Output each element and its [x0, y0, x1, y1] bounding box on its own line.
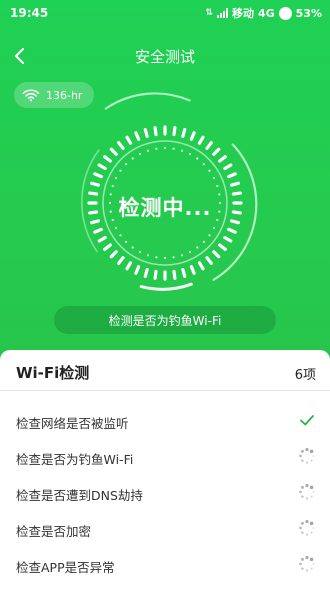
- gauge-tick: [218, 155, 227, 163]
- gauge-tick: [109, 147, 118, 156]
- gauge-dot: [180, 254, 184, 257]
- checkmark-icon: [300, 415, 314, 426]
- current-check-pill: 检测是否为钓鱼Wi-Fi: [54, 306, 276, 334]
- gauge-tick: [205, 141, 213, 150]
- loading-spinner-icon: [299, 555, 315, 572]
- gauge-dot: [163, 256, 167, 260]
- wifi-detection-panel: Wi-Fi检测 6项 检查网络是否被监听 检查是否为钓鱼Wi-Fi 检查是否遭到…: [0, 350, 330, 606]
- gauge-dot: [114, 176, 118, 180]
- gauge-tick: [205, 256, 213, 265]
- gauge-tick: [125, 135, 133, 145]
- gauge-tick: [181, 268, 187, 278]
- gauge-tick: [93, 227, 103, 234]
- check-item-label: 检查网络是否被监听: [16, 416, 129, 431]
- loading-spinner-icon: [299, 483, 315, 500]
- gauge-dot: [125, 240, 128, 243]
- gauge-dot: [216, 184, 219, 188]
- gauge-tick: [143, 128, 149, 138]
- gauge-tick: [227, 172, 237, 179]
- gauge-dot: [155, 256, 158, 259]
- gauge-dot: [202, 240, 205, 243]
- gauge-tick: [117, 256, 125, 265]
- gauge-dot: [208, 169, 211, 172]
- gauge-tick: [143, 268, 149, 278]
- gauge-tick: [89, 181, 101, 187]
- gauge-dot: [146, 149, 150, 152]
- gauge-dot: [196, 157, 199, 160]
- gauge-dot: [202, 163, 205, 166]
- gauge-tick: [153, 126, 158, 137]
- gauge-dot: [131, 157, 134, 160]
- gauge-tick: [93, 172, 103, 179]
- gauge-tick: [212, 147, 221, 156]
- gauge-tick: [103, 243, 112, 251]
- gauge-tick: [153, 269, 158, 280]
- gauge-dot: [196, 246, 199, 249]
- check-item-phishing-wifi: 检查是否为钓鱼Wi-Fi: [0, 439, 330, 475]
- gauge-dot: [180, 149, 184, 152]
- loading-spinner-icon: [299, 447, 315, 464]
- gauge-tick: [189, 131, 196, 141]
- check-item-label: 检查是否遭到DNS劫持: [16, 488, 143, 503]
- gauge-dot: [172, 147, 175, 150]
- gauge-tick: [197, 261, 205, 271]
- check-item-label: 检查是否加密: [16, 524, 92, 539]
- gauge-tick: [97, 235, 107, 243]
- gauge-tick: [212, 250, 221, 259]
- gauge-tick: [223, 163, 233, 171]
- gauge-tick: [134, 131, 141, 141]
- panel-count: 6项: [294, 368, 316, 383]
- gauge-tick: [189, 265, 196, 275]
- gauge-dot: [111, 184, 114, 188]
- gauge-dot: [155, 147, 158, 150]
- gauge-tick: [97, 163, 107, 171]
- gauge-dot: [146, 254, 150, 257]
- gauge-dot: [172, 256, 175, 259]
- gauge-tick: [103, 155, 112, 163]
- check-item-encryption: 检查是否加密: [0, 511, 330, 547]
- gauge-dot: [125, 163, 128, 166]
- check-item-label: 检查APP是否异常: [16, 560, 115, 575]
- gauge-tick: [125, 261, 133, 271]
- gauge-tick: [181, 128, 187, 138]
- scan-gauge: [81, 92, 258, 291]
- gauge-dot: [138, 250, 142, 254]
- gauge-tick: [197, 135, 205, 145]
- gauge-tick: [172, 126, 177, 137]
- loading-spinner-icon: [299, 519, 315, 536]
- gauge-tick: [172, 269, 177, 280]
- gauge-tick: [117, 141, 125, 150]
- gauge-dot: [119, 169, 122, 172]
- gauge-dot: [212, 176, 216, 180]
- gauge-dot: [119, 234, 122, 237]
- check-item-app-abnormal: 检查APP是否异常: [0, 547, 330, 583]
- check-item-dns-hijack: 检查是否遭到DNS劫持: [0, 475, 330, 511]
- scan-status-text: 检测中...: [118, 196, 212, 220]
- gauge-dot: [188, 250, 192, 254]
- gauge-outer-arc: [104, 92, 191, 110]
- gauge-tick: [109, 250, 118, 259]
- check-item-network-monitor: 检查网络是否被监听: [0, 403, 330, 439]
- gauge-tick: [218, 243, 227, 251]
- gauge-tick: [227, 227, 237, 234]
- gauge-dot: [138, 152, 142, 156]
- security-test-screen: 19:45 ⇅ 移动 4G 53% 安全测试 136-hr 检测中... 检测是…: [0, 0, 330, 606]
- gauge-tick: [223, 235, 233, 243]
- panel-header: Wi-Fi检测 6项: [0, 350, 330, 391]
- gauge-dot: [208, 234, 211, 237]
- gauge-dot: [131, 246, 134, 249]
- gauge-dot: [188, 152, 192, 156]
- gauge-dot: [163, 146, 167, 150]
- gauge-dot: [212, 226, 216, 230]
- panel-title: Wi-Fi检测: [16, 364, 90, 382]
- check-item-label: 检查是否为钓鱼Wi-Fi: [16, 452, 134, 467]
- gauge-sweep-arc: [139, 282, 193, 291]
- gauge-tick: [230, 181, 240, 187]
- gauge-tick: [134, 265, 141, 275]
- gauge-dot: [114, 226, 118, 230]
